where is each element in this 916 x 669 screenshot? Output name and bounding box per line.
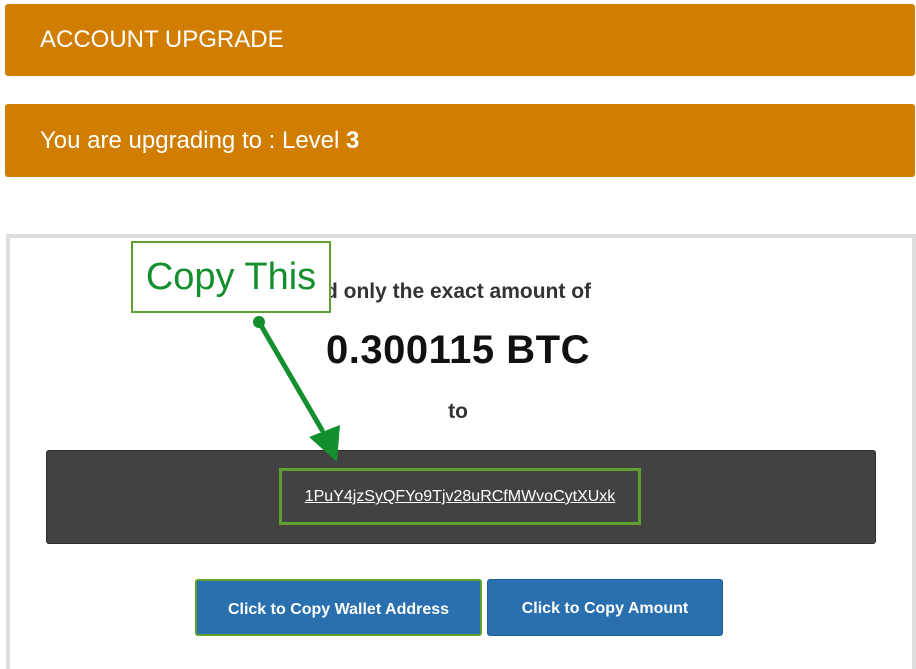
payment-amount: 0.300115 BTC bbox=[326, 328, 590, 372]
upgrade-level-value: 3 bbox=[346, 127, 360, 154]
payment-to-label: to bbox=[448, 400, 468, 423]
copy-this-annotation: Copy This bbox=[131, 241, 331, 313]
copy-wallet-address-button[interactable]: Click to Copy Wallet Address bbox=[195, 579, 482, 636]
wallet-address-link[interactable]: 1PuY4jzSyQFYo9Tjv28uRCfMWvoCytXUxk bbox=[279, 468, 641, 525]
upgrade-level-prefix: You are upgrading to : Level bbox=[40, 127, 347, 154]
page-title-bar: ACCOUNT UPGRADE bbox=[5, 4, 915, 76]
upgrade-level-bar: You are upgrading to : Level 3 bbox=[5, 104, 915, 177]
copy-amount-button[interactable]: Click to Copy Amount bbox=[487, 579, 723, 636]
upgrade-page: ACCOUNT UPGRADE You are upgrading to : L… bbox=[0, 0, 916, 669]
page-title: ACCOUNT UPGRADE bbox=[40, 26, 284, 53]
